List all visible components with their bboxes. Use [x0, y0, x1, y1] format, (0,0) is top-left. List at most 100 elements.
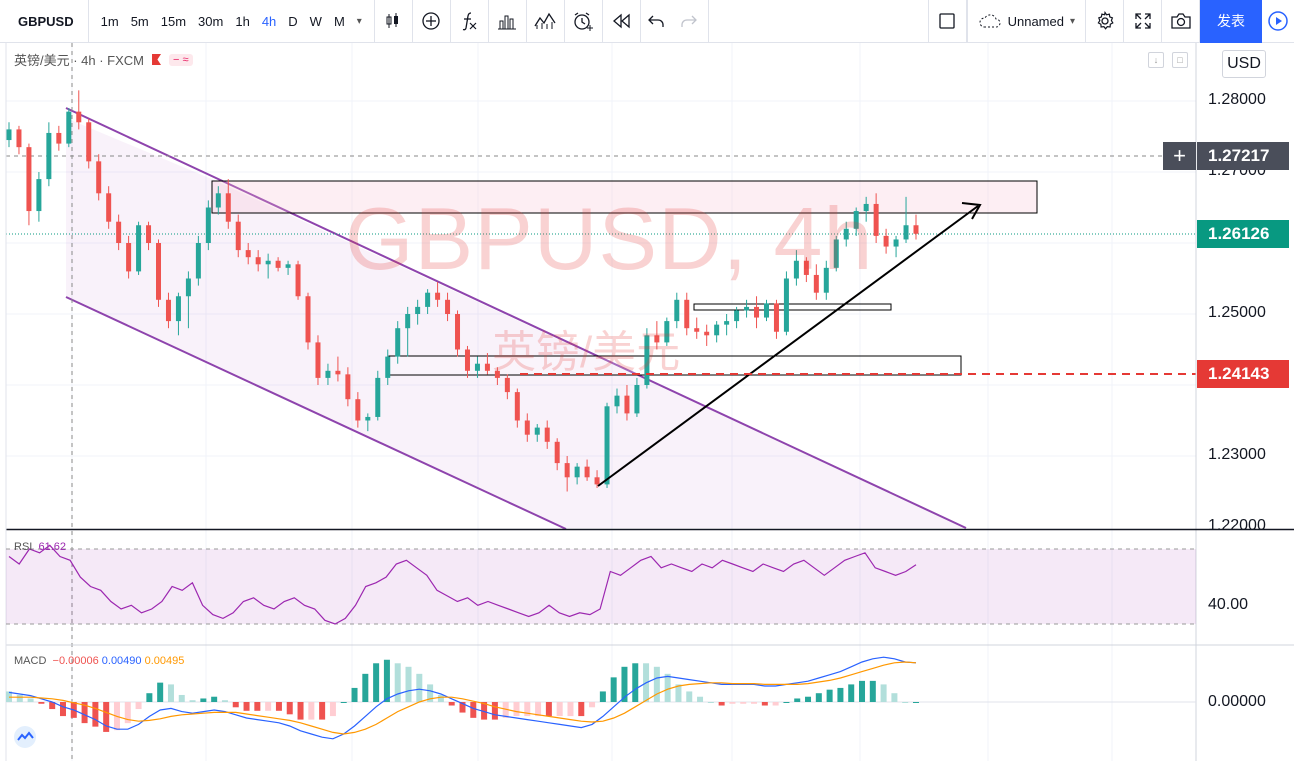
macd-line	[8, 656, 917, 740]
interval-4h[interactable]: 4h	[256, 14, 282, 29]
candle-body	[395, 328, 401, 357]
candle-body	[534, 427, 540, 435]
fx-icon[interactable]	[451, 0, 489, 43]
macd-histogram-bar	[178, 694, 185, 702]
candle-body	[405, 314, 411, 329]
macd-histogram-bar	[103, 702, 110, 732]
candle-body	[435, 292, 441, 300]
interval-30m[interactable]: 30m	[192, 14, 229, 29]
macd-histogram-bar	[664, 673, 671, 702]
redo-icon[interactable]	[671, 0, 709, 43]
series-legend[interactable]: 英镑/美元 · 4h · FXCM − ≈	[14, 50, 193, 69]
macd-histogram-bar	[481, 702, 488, 720]
macd-histogram-bar	[405, 666, 412, 702]
macd-histogram-bar	[740, 702, 747, 704]
rsi-line	[8, 544, 917, 625]
chevron-down-icon[interactable]: ▾	[351, 16, 368, 27]
camera-icon[interactable]	[1162, 0, 1200, 43]
candle-body	[185, 278, 191, 297]
macd-histogram-bar	[319, 702, 326, 720]
candle-body	[215, 193, 221, 208]
rsi-name: RSI	[14, 541, 33, 553]
macd-histogram-bar	[524, 702, 531, 717]
compare-icon[interactable]	[489, 0, 527, 43]
interval-m[interactable]: M	[328, 14, 351, 29]
macd-histogram-bar	[113, 702, 120, 731]
macd-histogram-bar	[265, 702, 272, 711]
price-chart[interactable]	[0, 0, 1294, 761]
currency-button[interactable]: USD	[1222, 50, 1266, 78]
candle-body	[425, 292, 431, 307]
macd-histogram-bar	[70, 702, 77, 718]
macd-signal-line	[9, 661, 917, 735]
candle-body	[415, 306, 421, 314]
indicators-icon[interactable]	[527, 0, 565, 43]
mid-zone-box[interactable]	[693, 303, 892, 311]
symbol-search-button[interactable]: GBPUSD	[0, 0, 89, 43]
publish-button[interactable]: 发表	[1200, 0, 1262, 43]
flag-icon[interactable]	[152, 54, 162, 65]
macd-histogram-bar	[448, 702, 455, 706]
arrow-down-icon[interactable]: ↓	[1148, 52, 1164, 68]
candle-body	[584, 466, 590, 478]
candle-body	[156, 243, 162, 300]
play-icon[interactable]	[1262, 0, 1294, 43]
macd-histogram-bar	[221, 700, 228, 702]
candle-body	[614, 395, 620, 407]
maximize-pane-icon[interactable]: □	[1172, 52, 1188, 68]
collapse-panel-icon[interactable]	[10, 725, 40, 749]
hide-legend-icon[interactable]: − ≈	[169, 53, 193, 66]
macd-histogram-bar	[427, 684, 434, 702]
y-tick-label: 1.22000	[1208, 517, 1266, 529]
fullscreen-icon[interactable]	[1124, 0, 1162, 43]
candle-body	[763, 303, 769, 318]
add-alert-plus-button[interactable]: +	[1163, 142, 1196, 170]
replay-icon[interactable]	[603, 0, 641, 43]
macd-histogram-bar	[243, 702, 250, 711]
macd-histogram-bar	[189, 700, 196, 702]
layout-square-icon[interactable]	[927, 0, 967, 43]
candle-body	[564, 463, 570, 478]
candle-body	[36, 179, 42, 212]
y-tick-label: 1.28000	[1208, 91, 1266, 108]
symbol-watermark: GBPUSD, 4h	[345, 189, 874, 288]
macd-histogram-bar	[340, 702, 347, 703]
macd-histogram-bar	[545, 702, 552, 717]
interval-5m[interactable]: 5m	[125, 14, 155, 29]
alert-icon[interactable]	[565, 0, 603, 43]
macd-histogram-bar	[589, 702, 596, 708]
interval-15m[interactable]: 15m	[155, 14, 192, 29]
undo-icon[interactable]	[641, 0, 671, 43]
add-indicator-icon[interactable]	[413, 0, 451, 43]
candle-body	[205, 207, 211, 243]
candle-body	[385, 356, 391, 378]
macd-histogram-bar	[783, 702, 790, 703]
interval-1h[interactable]: 1h	[229, 14, 255, 29]
symbol-name-watermark: 英镑/美元	[492, 328, 681, 377]
macd-histogram-bar	[232, 702, 239, 708]
macd-histogram-bar	[675, 684, 682, 702]
layout-name-button[interactable]: Unnamed ▾	[966, 0, 1086, 43]
macd-histogram-bar	[513, 702, 520, 717]
rsi-legend[interactable]: RSI 61.62	[14, 541, 66, 553]
macd-histogram-bar	[891, 693, 898, 702]
macd-histogram-bar	[135, 702, 142, 710]
macd-histogram-bar	[275, 702, 282, 711]
macd-histogram-bar	[794, 698, 801, 702]
interval-1m[interactable]: 1m	[95, 14, 125, 29]
candles-icon[interactable]	[375, 0, 413, 43]
settings-icon[interactable]	[1086, 0, 1124, 43]
macd-histogram-bar	[38, 702, 45, 704]
interval-d[interactable]: D	[282, 14, 303, 29]
channel-lower-line[interactable]	[65, 296, 567, 530]
candle-body	[464, 349, 470, 371]
macd-histogram-bar	[729, 702, 736, 704]
macd-legend[interactable]: MACD −0.00006 0.00490 0.00495	[14, 655, 184, 667]
candle-body	[165, 299, 171, 322]
macd-name: MACD	[14, 655, 47, 667]
interval-w[interactable]: W	[304, 14, 328, 29]
macd-histogram-bar	[157, 682, 164, 702]
macd-scale-label: 0.00000	[1208, 693, 1266, 710]
macd-histogram-bar	[59, 702, 66, 717]
rsi-scale-label: 40.00	[1208, 596, 1249, 613]
